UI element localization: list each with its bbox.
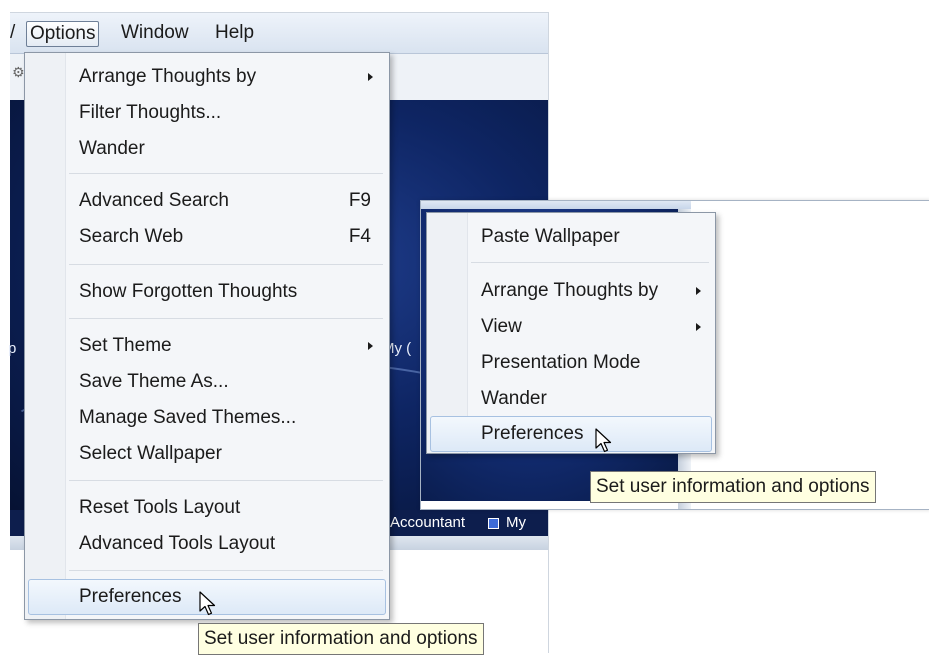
tooltip-preferences: Set user information and options [198,623,484,655]
menu-options[interactable]: Options [26,21,100,47]
menu-item-manage-saved-themes[interactable]: Manage Saved Themes... [27,402,385,434]
menu-item-label: Preferences [79,586,182,607]
menu-item-label: Set Theme [79,335,172,356]
submenu-arrow-icon [696,323,701,331]
arrow-cursor-icon [595,428,612,453]
menu-item-shortcut: F9 [348,190,371,211]
menu-item-label: Filter Thoughts... [79,102,222,123]
menu-item-arrange-thoughts[interactable]: Arrange Thoughts by [429,275,711,307]
menu-item-view[interactable]: View [429,311,711,343]
menu-item-presentation-mode[interactable]: Presentation Mode [429,347,711,379]
menu-item-shortcut: F4 [348,226,371,247]
menu-item-select-wallpaper[interactable]: Select Wallpaper [27,438,385,470]
menu-item-search-web[interactable]: Search Web F4 [27,221,385,253]
menu-window[interactable]: Window [121,21,189,45]
menu-item-label: Search Web [79,226,184,247]
submenu-arrow-icon [368,342,373,350]
menu-item-reset-tools-layout[interactable]: Reset Tools Layout [27,492,385,524]
thought-label-my[interactable]: My [506,514,526,531]
menu-item-label: Advanced Search [79,190,229,211]
tooltip-preferences: Set user information and options [590,471,876,503]
menu-item-preferences[interactable]: Preferences [430,416,712,452]
menu-item-filter-thoughts[interactable]: Filter Thoughts... [27,97,385,129]
toolbar-icon[interactable]: ⚙ [12,64,25,81]
menubar-item-partial[interactable]: / [10,21,15,45]
menu-item-label: Arrange Thoughts by [481,280,659,301]
submenu-arrow-icon [368,73,373,81]
menu-item-paste-wallpaper[interactable]: Paste Wallpaper [429,221,711,253]
menu-item-set-theme[interactable]: Set Theme [27,330,385,362]
menubar: / Options Window Help [10,13,548,54]
menu-item-label: Arrange Thoughts by [79,66,257,87]
menu-item-arrange-thoughts[interactable]: Arrange Thoughts by [27,61,385,93]
menu-separator [69,173,383,174]
menu-item-wander[interactable]: Wander [429,383,711,415]
menu-separator [69,480,383,481]
menu-item-label: Preferences [481,423,584,444]
menu-item-save-theme-as[interactable]: Save Theme As... [27,366,385,398]
menu-item-label: Show Forgotten Thoughts [79,281,298,302]
menu-item-advanced-search[interactable]: Advanced Search F9 [27,185,385,217]
menu-separator [471,262,709,263]
submenu-arrow-icon [696,287,701,295]
plex-thought-label[interactable]: p [8,340,16,357]
menu-item-label: Presentation Mode [481,352,641,373]
menu-item-advanced-tools-layout[interactable]: Advanced Tools Layout [27,528,385,560]
menu-help[interactable]: Help [215,21,254,45]
menu-item-label: Wander [79,138,145,159]
arrow-cursor-icon [199,591,216,616]
menu-item-label: Wander [481,388,547,409]
menu-item-label: Reset Tools Layout [79,497,241,518]
menu-separator [69,264,383,265]
options-menu: Arrange Thoughts by Filter Thoughts... W… [24,52,390,620]
menu-item-label: Select Wallpaper [79,443,222,464]
menu-item-label: Save Theme As... [79,371,229,392]
menu-item-label: View [481,316,522,337]
menu-item-label: Advanced Tools Layout [79,533,276,554]
thought-node-icon [488,518,499,529]
menu-item-show-forgotten-thoughts[interactable]: Show Forgotten Thoughts [27,276,385,308]
thought-label-accountant[interactable]: Accountant [390,514,465,531]
menu-item-label: Paste Wallpaper [481,226,620,247]
secondary-window-titlebar [421,201,691,209]
menu-item-wander[interactable]: Wander [27,133,385,165]
context-menu: Paste Wallpaper Arrange Thoughts by View… [426,212,716,454]
menu-separator [69,570,383,571]
menu-item-label: Manage Saved Themes... [79,407,297,428]
menu-separator [69,318,383,319]
